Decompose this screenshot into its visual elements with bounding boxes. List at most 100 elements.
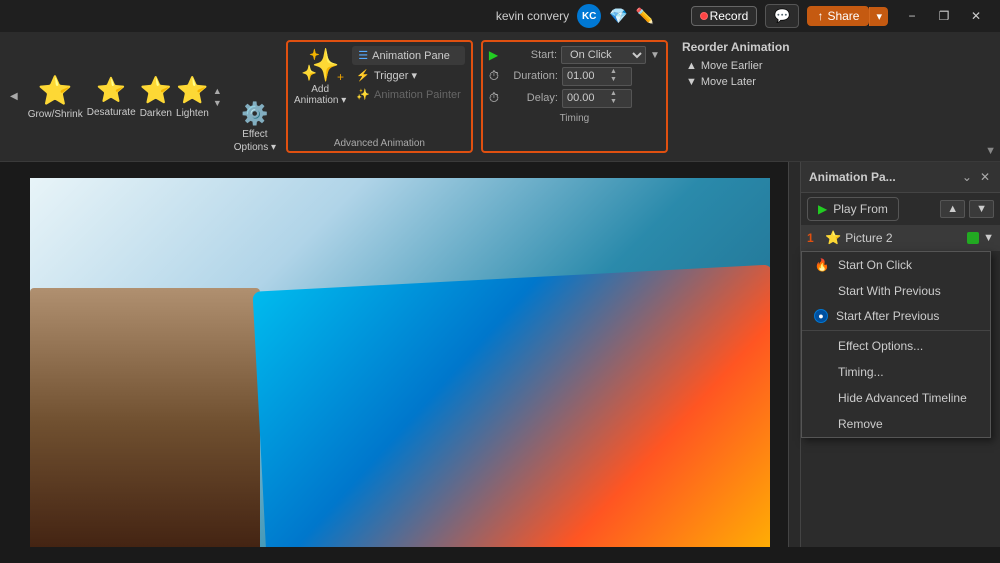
ctx-start-with-previous[interactable]: Start With Previous: [802, 278, 990, 304]
lighten-label: Lighten: [176, 108, 209, 119]
record-button[interactable]: Record: [691, 6, 758, 26]
animation-pane-button[interactable]: ☰ Animation Pane: [352, 46, 465, 65]
ctx-empty-icon-5: [814, 416, 830, 432]
ribbon-scroll-left[interactable]: ◀: [8, 36, 20, 157]
lighten-item[interactable]: ⭐ Lighten: [176, 75, 209, 119]
timing-duration-row: ⏱ Duration: 01.00 ▲ ▼: [489, 67, 660, 86]
ctx-check-icon: ●: [814, 309, 828, 323]
add-animation-button[interactable]: ✨ + Add Animation ▾: [294, 46, 346, 106]
play-from-button[interactable]: ▶ Play From: [807, 197, 899, 221]
start-select[interactable]: On Click With Previous After Previous: [561, 46, 646, 64]
darken-item[interactable]: ⭐ Darken: [140, 75, 172, 119]
play-from-row: ▶ Play From ▲ ▼: [801, 193, 1000, 225]
ctx-start-on-click[interactable]: 🔥 Start On Click: [802, 252, 990, 278]
duration-spinner-buttons: ▲ ▼: [608, 68, 619, 85]
expand-icon: ▼: [985, 145, 996, 157]
ctx-timing[interactable]: Timing...: [802, 359, 990, 385]
user-avatar[interactable]: KC: [577, 4, 601, 28]
panel-controls: ⌄ ✕: [960, 168, 992, 186]
move-later-button[interactable]: ▼ Move Later: [682, 74, 790, 90]
nav-up-button[interactable]: ▲: [940, 200, 965, 218]
desaturate-icon: ⭐: [96, 76, 126, 105]
diamond-icon[interactable]: 💎: [609, 7, 628, 25]
delay-spinner[interactable]: 00.00 ▲ ▼: [562, 89, 632, 108]
slide-area: [0, 162, 800, 547]
duration-up-button[interactable]: ▲: [608, 68, 619, 76]
animation-scroll-arrows[interactable]: ▲ ▼: [213, 86, 222, 108]
minimize-button[interactable]: −: [896, 0, 928, 32]
trigger-button[interactable]: ⚡ Trigger ▾: [352, 67, 465, 84]
duration-input[interactable]: 01.00: [563, 69, 608, 83]
ctx-hide-advanced-timeline[interactable]: Hide Advanced Timeline: [802, 385, 990, 411]
ctx-timing-label: Timing...: [838, 365, 884, 379]
ctx-empty-icon-2: [814, 338, 830, 354]
ctx-effect-options[interactable]: Effect Options...: [802, 333, 990, 359]
effect-options-button[interactable]: ⚙️ Effect Options ▾: [234, 101, 276, 153]
duration-spinner[interactable]: 01.00 ▲ ▼: [562, 67, 632, 86]
reorder-animation-section: Reorder Animation ▲ Move Earlier ▼ Move …: [674, 36, 798, 157]
animation-painter-label: Animation Painter: [374, 89, 461, 101]
effect-options-sub: Options ▾: [234, 142, 276, 153]
picture-star-icon: ⭐: [825, 230, 841, 246]
picture-item-number: 1: [807, 231, 821, 245]
slide-background: [30, 178, 770, 547]
slide-scrollbar[interactable]: [788, 162, 800, 547]
ctx-start-after-previous[interactable]: ● Start After Previous: [802, 304, 990, 328]
pen-icon[interactable]: ✏️: [636, 7, 655, 25]
fire-icon: 🔥: [814, 257, 830, 273]
ctx-effect-options-label: Effect Options...: [838, 339, 923, 353]
delay-input[interactable]: 00.00: [563, 91, 608, 105]
comment-button[interactable]: 💬: [765, 4, 799, 28]
desaturate-item[interactable]: ⭐ Desaturate: [87, 76, 136, 118]
reorder-title: Reorder Animation: [682, 40, 790, 54]
delay-icon: ⏱: [489, 90, 499, 106]
trigger-icon: ⚡: [356, 69, 370, 82]
grow-shrink-item[interactable]: ⭐ Grow/Shrink: [28, 74, 83, 120]
play-icon: ▶: [818, 202, 827, 216]
slide-person-figure: [30, 288, 260, 547]
panel-nav-buttons: ▲ ▼: [940, 200, 994, 218]
comment-icon: 💬: [774, 8, 790, 23]
scroll-down-icon[interactable]: ▼: [213, 98, 222, 108]
timing-start-row: ▶ Start: On Click With Previous After Pr…: [489, 46, 660, 64]
panel-close-button[interactable]: ✕: [978, 168, 992, 186]
animation-painter-button[interactable]: ✨ Animation Painter: [352, 86, 465, 103]
timing-group: ▶ Start: On Click With Previous After Pr…: [481, 40, 668, 153]
ctx-hide-advanced-label: Hide Advanced Timeline: [838, 391, 967, 405]
share-button[interactable]: ↑ Share: [807, 6, 869, 26]
effect-options-section: ⚙️ Effect Options ▾: [230, 36, 280, 157]
ribbon-expand[interactable]: ▼: [981, 139, 1000, 161]
ctx-empty-icon-3: [814, 364, 830, 380]
delay-down-button[interactable]: ▼: [608, 98, 619, 106]
panel-collapse-button[interactable]: ⌄: [960, 168, 974, 186]
ctx-start-with-previous-label: Start With Previous: [838, 284, 941, 298]
delay-label: Delay:: [503, 92, 558, 104]
record-label: Record: [710, 9, 749, 23]
duration-label: Duration:: [503, 70, 558, 82]
picture-item[interactable]: 1 ⭐ Picture 2 ▼: [801, 225, 1000, 251]
picture-item-label: Picture 2: [845, 231, 963, 245]
picture-item-container: 1 ⭐ Picture 2 ▼ 🔥 Start On Click Start W…: [801, 225, 1000, 251]
move-later-icon: ▼: [686, 76, 697, 88]
ctx-start-on-click-label: Start On Click: [838, 258, 912, 272]
duration-down-button[interactable]: ▼: [608, 76, 619, 84]
delay-up-button[interactable]: ▲: [608, 90, 619, 98]
delay-spinner-buttons: ▲ ▼: [608, 90, 619, 107]
ctx-separator-1: [802, 330, 990, 331]
ctx-empty-icon-1: [814, 283, 830, 299]
move-earlier-button[interactable]: ▲ Move Earlier: [682, 58, 790, 74]
darken-label: Darken: [140, 108, 172, 119]
start-play-icon: ▶: [489, 48, 498, 62]
restore-button[interactable]: ❐: [928, 0, 960, 32]
ctx-remove[interactable]: Remove: [802, 411, 990, 437]
move-earlier-label: Move Earlier: [701, 60, 763, 72]
share-dropdown-button[interactable]: ▾: [869, 7, 888, 26]
close-button[interactable]: ✕: [960, 0, 992, 32]
desaturate-label: Desaturate: [87, 107, 136, 118]
nav-down-button[interactable]: ▼: [969, 200, 994, 218]
start-label: Start:: [502, 49, 557, 61]
scroll-up-icon[interactable]: ▲: [213, 86, 222, 96]
darken-icon: ⭐: [140, 75, 172, 106]
picture-item-dropdown-icon[interactable]: ▼: [983, 232, 994, 244]
advanced-animation-group: ✨ + Add Animation ▾ ☰ Animation Pane ⚡ T…: [286, 40, 473, 153]
